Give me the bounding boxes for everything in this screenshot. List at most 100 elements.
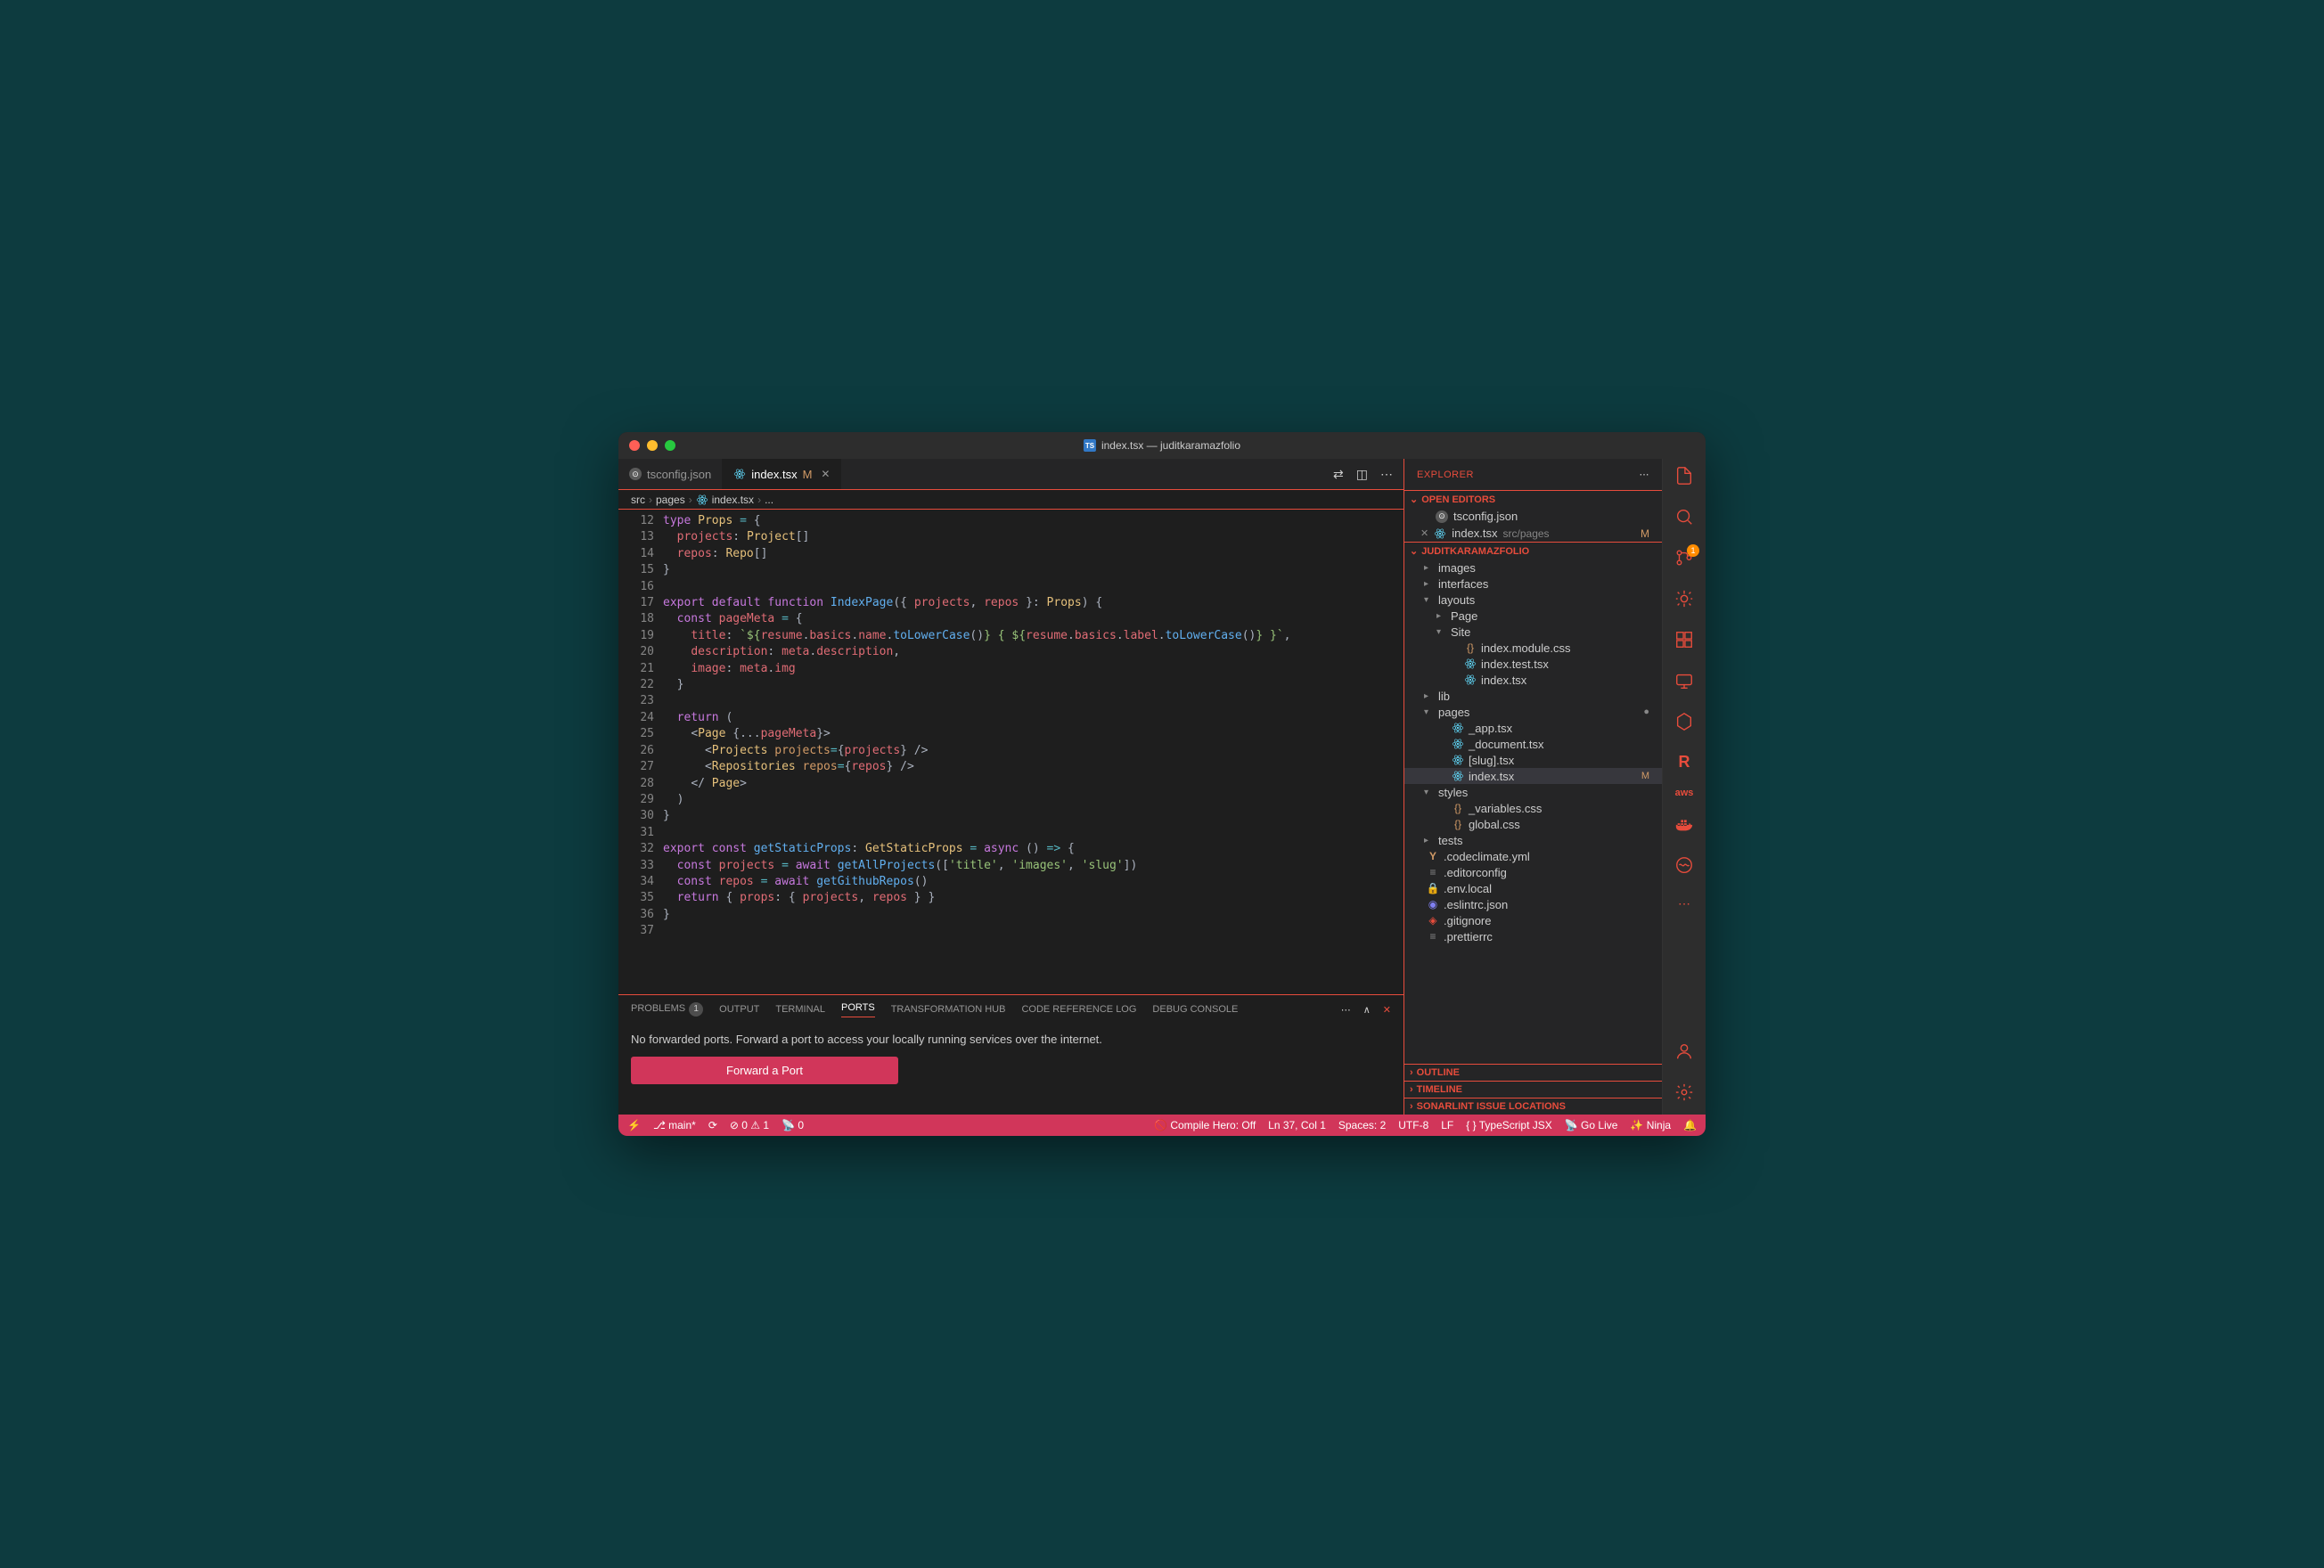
tree-folder[interactable]: ▸tests <box>1404 832 1662 848</box>
section-timeline[interactable]: ›TIMELINE <box>1404 1081 1662 1098</box>
close-icon[interactable]: ✕ <box>1420 527 1428 539</box>
settings-icon[interactable] <box>1674 1082 1694 1107</box>
section-outline[interactable]: ›OUTLINE <box>1404 1064 1662 1081</box>
breadcrumb-item[interactable]: index.tsx <box>712 494 754 506</box>
status-bar: ⚡ ⎇ main* ⟳ ⊘ 0 ⚠ 1 📡 0 🚫 Compile Hero: … <box>618 1115 1706 1136</box>
file-icon: ◈ <box>1426 914 1440 927</box>
close-icon[interactable]: ✕ <box>1383 1004 1391 1016</box>
open-editors-section[interactable]: ⌄ OPEN EDITORS <box>1404 490 1662 508</box>
open-editor-item[interactable]: ✕index.tsxsrc/pagesM <box>1404 525 1662 542</box>
breadcrumb[interactable]: src › pages › index.tsx › ... <box>618 490 1403 510</box>
notifications-icon[interactable]: 🔔 <box>1683 1119 1697 1131</box>
tree-folder[interactable]: ▸interfaces <box>1404 576 1662 592</box>
section-label: JUDITKARAMAZFOLIO <box>1421 546 1529 557</box>
branch-indicator[interactable]: ⎇ main* <box>653 1119 696 1131</box>
tree-file[interactable]: {}index.module.css <box>1404 640 1662 656</box>
tree-file[interactable]: index.tsxM <box>1404 768 1662 784</box>
debug-icon[interactable] <box>1674 589 1694 614</box>
tree-file[interactable]: _app.tsx <box>1404 720 1662 736</box>
tree-file[interactable]: Y.codeclimate.yml <box>1404 848 1662 864</box>
search-icon[interactable] <box>1674 507 1694 532</box>
hex-icon[interactable] <box>1674 712 1694 737</box>
breadcrumb-item[interactable]: ... <box>765 494 773 506</box>
code-editor[interactable]: 1213141516171819202122232425262728293031… <box>618 510 1403 994</box>
ninja[interactable]: ✨ Ninja <box>1630 1119 1671 1131</box>
tree-file[interactable]: 🔒.env.local <box>1404 880 1662 896</box>
tree-file[interactable]: ≡.editorconfig <box>1404 864 1662 880</box>
window-title: TS index.tsx — juditkaramazfolio <box>1084 439 1240 452</box>
tree-file[interactable]: {}_variables.css <box>1404 800 1662 816</box>
more-icon[interactable]: ⋯ <box>1678 896 1690 911</box>
vscode-window: TS index.tsx — juditkaramazfolio ⊙ tscon… <box>618 432 1706 1136</box>
tree-folder[interactable]: ▸Page <box>1404 608 1662 624</box>
panel-tab-code-reference-log[interactable]: CODE REFERENCE LOG <box>1021 1004 1136 1015</box>
tree-folder[interactable]: ▾layouts <box>1404 592 1662 608</box>
account-icon[interactable] <box>1674 1041 1694 1066</box>
tree-file[interactable]: index.tsx <box>1404 672 1662 688</box>
source-control-icon[interactable]: 1 <box>1674 548 1694 573</box>
compare-icon[interactable]: ⇄ <box>1333 467 1344 482</box>
more-icon[interactable]: ⋯ <box>1341 1004 1351 1016</box>
chevron-icon: ▾ <box>1424 595 1435 605</box>
remote-icon[interactable] <box>1674 671 1694 696</box>
close-window[interactable] <box>629 440 640 451</box>
tree-file[interactable]: ◈.gitignore <box>1404 912 1662 928</box>
language-mode[interactable]: { } TypeScript JSX <box>1466 1119 1552 1131</box>
radio-indicator[interactable]: 📡 0 <box>781 1119 804 1131</box>
tab-tsconfig[interactable]: ⊙ tsconfig.json <box>618 459 723 489</box>
compile-hero[interactable]: 🚫 Compile Hero: Off <box>1154 1119 1256 1131</box>
tree-file[interactable]: [slug].tsx <box>1404 752 1662 768</box>
panel-tab-debug-console[interactable]: DEBUG CONSOLE <box>1152 1004 1238 1015</box>
sync-icon[interactable]: ⟳ <box>708 1119 717 1131</box>
tree-file[interactable]: {}global.css <box>1404 816 1662 832</box>
more-icon[interactable]: ⋯ <box>1380 467 1393 482</box>
tree-folder[interactable]: ▸images <box>1404 559 1662 576</box>
eol[interactable]: LF <box>1441 1119 1453 1131</box>
panel-tab-problems[interactable]: PROBLEMS1 <box>631 1002 703 1017</box>
open-editor-item[interactable]: ⊙tsconfig.json <box>1404 508 1662 525</box>
aws-icon[interactable]: aws <box>1675 788 1694 798</box>
chevron-icon: ▾ <box>1436 627 1447 637</box>
tree-folder[interactable]: ▸lib <box>1404 688 1662 704</box>
explorer-icon[interactable] <box>1674 466 1694 491</box>
panel-tab-output[interactable]: OUTPUT <box>719 1004 759 1015</box>
docker-icon[interactable] <box>1674 814 1694 839</box>
panel-tab-ports[interactable]: PORTS <box>841 1002 875 1017</box>
extensions-icon[interactable] <box>1674 630 1694 655</box>
tree-file[interactable]: ≡.prettierrc <box>1404 928 1662 944</box>
chevron-icon: ▾ <box>1424 788 1435 797</box>
problems-indicator[interactable]: ⊘ 0 ⚠ 1 <box>730 1119 769 1131</box>
tab-label: index.tsx <box>751 468 797 481</box>
chevron-right-icon: › <box>1410 1101 1413 1112</box>
breadcrumb-item[interactable]: pages <box>656 494 685 506</box>
section-sonarlint-issue-locations[interactable]: ›SONARLINT ISSUE LOCATIONS <box>1404 1098 1662 1115</box>
go-live[interactable]: 📡 Go Live <box>1565 1119 1618 1131</box>
cursor-position[interactable]: Ln 37, Col 1 <box>1268 1119 1326 1131</box>
tree-file[interactable]: index.test.tsx <box>1404 656 1662 672</box>
indentation[interactable]: Spaces: 2 <box>1338 1119 1386 1131</box>
encoding[interactable]: UTF-8 <box>1398 1119 1428 1131</box>
split-icon[interactable]: ◫ <box>1356 467 1368 482</box>
r-icon[interactable]: R <box>1679 753 1690 772</box>
wave-icon[interactable] <box>1674 855 1694 880</box>
maximize-window[interactable] <box>665 440 675 451</box>
more-icon[interactable]: ⋯ <box>1640 469 1650 480</box>
code-content[interactable]: type Props = { projects: Project[] repos… <box>663 510 1403 994</box>
project-section[interactable]: ⌄ JUDITKARAMAZFOLIO <box>1404 542 1662 559</box>
tab-index[interactable]: index.tsx M ✕ <box>723 459 841 489</box>
close-icon[interactable]: ✕ <box>821 468 830 480</box>
minimize-window[interactable] <box>647 440 658 451</box>
tree-file[interactable]: ◉.eslintrc.json <box>1404 896 1662 912</box>
tree-folder[interactable]: ▾pages● <box>1404 704 1662 720</box>
tree-folder[interactable]: ▾styles <box>1404 784 1662 800</box>
remote-icon[interactable]: ⚡ <box>627 1119 641 1131</box>
breadcrumb-item[interactable]: src <box>631 494 645 506</box>
panel-tab-terminal[interactable]: TERMINAL <box>775 1004 825 1015</box>
tree-folder[interactable]: ▾Site <box>1404 624 1662 640</box>
tree-file[interactable]: _document.tsx <box>1404 736 1662 752</box>
section-label: OPEN EDITORS <box>1421 494 1495 505</box>
forward-port-button[interactable]: Forward a Port <box>631 1057 898 1084</box>
file-icon <box>1451 754 1465 766</box>
panel-tab-transformation-hub[interactable]: TRANSFORMATION HUB <box>891 1004 1006 1015</box>
maximize-icon[interactable]: ∧ <box>1363 1004 1371 1016</box>
